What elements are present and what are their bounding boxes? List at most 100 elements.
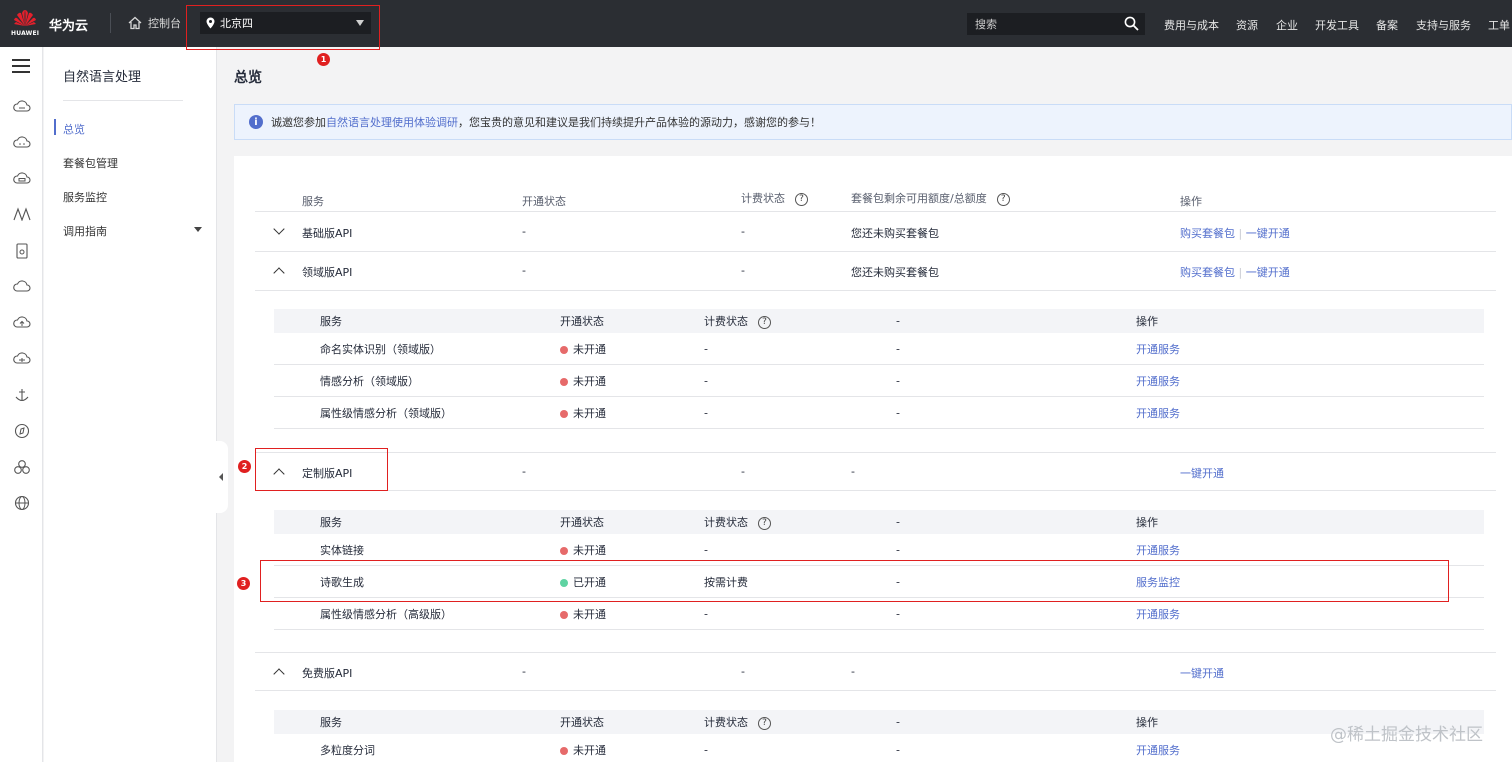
chevron-up-icon[interactable]: [273, 267, 285, 279]
chevron-down-icon[interactable]: [273, 223, 285, 235]
huawei-logo[interactable]: HUAWEI: [11, 9, 39, 37]
survey-link[interactable]: 自然语言处理使用体验调研: [326, 116, 458, 129]
nav-enterprise[interactable]: 企业: [1276, 17, 1298, 33]
col-quota: 套餐包剩余可用额度/总额度?: [851, 190, 1010, 206]
chevron-down-icon[interactable]: [194, 227, 202, 232]
database-icon[interactable]: [13, 243, 31, 259]
help-icon[interactable]: ?: [795, 192, 808, 206]
status-dot-off: [560, 377, 568, 386]
compass-icon[interactable]: [13, 423, 31, 439]
group-status: -: [522, 264, 526, 277]
help-icon[interactable]: ?: [758, 716, 771, 730]
divider: [63, 100, 183, 101]
status-dot-off: [560, 345, 568, 354]
console-label: 控制台: [148, 17, 181, 30]
menu-icon[interactable]: [12, 59, 30, 73]
buy-package-link[interactable]: 购买套餐包: [1180, 266, 1235, 279]
one-click-enable-link[interactable]: 一键开通: [1180, 465, 1224, 481]
subtable-header: 服务 开通状态 计费状态? - 操作: [274, 510, 1484, 534]
cloud-storage-icon[interactable]: [13, 171, 31, 187]
info-icon: i: [249, 115, 263, 129]
console-link[interactable]: 控制台: [128, 15, 181, 31]
help-icon[interactable]: ?: [758, 315, 771, 329]
col-billing: 计费状态?: [741, 190, 808, 206]
cloud-icon[interactable]: [13, 135, 31, 151]
nav-dev-tools[interactable]: 开发工具: [1315, 17, 1359, 33]
group-status: -: [522, 225, 526, 238]
group-row-custom: 定制版API - - - 一键开通: [255, 452, 1496, 491]
cloud-upload-icon[interactable]: [13, 315, 31, 331]
service-status: 未开通: [560, 606, 606, 622]
region-selector[interactable]: 北京四: [200, 12, 371, 34]
one-click-enable-link[interactable]: 一键开通: [1246, 227, 1290, 240]
enable-service-link[interactable]: 开通服务: [1136, 542, 1180, 558]
group-name: 免费版API: [302, 667, 353, 680]
enable-service-link[interactable]: 开通服务: [1136, 606, 1180, 622]
page-title: 总览: [234, 70, 262, 86]
search-placeholder: 搜索: [975, 18, 997, 31]
help-icon[interactable]: ?: [758, 516, 771, 530]
chevron-up-icon[interactable]: [273, 668, 285, 680]
group-actions: 购买套餐包 | 一键开通: [1180, 266, 1290, 279]
logo-text: HUAWEI: [11, 30, 40, 37]
enable-service-link[interactable]: 开通服务: [1136, 405, 1180, 421]
help-icon[interactable]: ?: [996, 192, 1010, 206]
search-input[interactable]: 搜索: [967, 13, 1145, 35]
cloud-server-icon[interactable]: [13, 99, 31, 115]
col-status: 开通状态: [522, 195, 566, 208]
collapse-nav-button[interactable]: [216, 441, 228, 513]
group-name: 基础版API: [302, 227, 353, 240]
group-row-basic: 基础版API - - 您还未购买套餐包 购买套餐包 | 一键开通: [255, 212, 1496, 252]
nav-item-monitoring[interactable]: 服务监控: [63, 189, 107, 205]
service-status: 未开通: [560, 373, 606, 389]
chevron-up-icon[interactable]: [273, 468, 285, 480]
status-dot-off: [560, 546, 568, 555]
status-dot-off: [560, 409, 568, 418]
nav-ticket[interactable]: 工单: [1488, 17, 1510, 33]
service-status: 已开通: [560, 574, 606, 590]
survey-notice: i 诚邀您参加自然语言处理使用体验调研，您宝贵的意见和建议是我们持续提升产品体验…: [234, 104, 1512, 140]
nav-cost[interactable]: 费用与成本: [1164, 17, 1219, 33]
one-click-enable-link[interactable]: 一键开通: [1180, 665, 1224, 681]
service-status: 未开通: [560, 341, 606, 357]
brand-name[interactable]: 华为云: [49, 15, 88, 34]
service-rail: [0, 47, 43, 762]
status-dot-off: [560, 610, 568, 619]
divider: [110, 13, 111, 33]
nav-item-overview[interactable]: 总览: [63, 121, 85, 137]
anchor-icon[interactable]: [13, 387, 31, 403]
buy-package-link[interactable]: 购买套餐包: [1180, 227, 1235, 240]
nav-item-guide[interactable]: 调用指南: [63, 223, 107, 239]
subtable-domain: 服务 开通状态 计费状态? - 操作 命名实体识别（领域版） 未开通 - - 开…: [274, 309, 1484, 433]
globe-icon[interactable]: [13, 495, 31, 511]
subtable-row: 实体链接 未开通 - - 开通服务: [274, 534, 1484, 566]
home-icon: [128, 16, 142, 30]
search-icon[interactable]: [1124, 16, 1139, 31]
service-status: 未开通: [560, 742, 606, 758]
cloud-network-icon[interactable]: [13, 351, 31, 367]
nav-icp[interactable]: 备案: [1376, 17, 1398, 33]
enable-service-link[interactable]: 开通服务: [1136, 742, 1180, 758]
enable-service-link[interactable]: 开通服务: [1136, 341, 1180, 357]
service-monitor-link[interactable]: 服务监控: [1136, 574, 1180, 590]
nav-resources[interactable]: 资源: [1236, 17, 1258, 33]
service-name: 诗歌生成: [320, 575, 364, 589]
subtable-row: 属性级情感分析（高级版） 未开通 - - 开通服务: [274, 598, 1484, 630]
billing-mode: 按需计费: [704, 575, 748, 589]
one-click-enable-link[interactable]: 一键开通: [1246, 266, 1290, 279]
watermark: @稀土掘金技术社区: [1330, 725, 1483, 745]
subtable-custom: 服务 开通状态 计费状态? - 操作 实体链接 未开通 - - 开通服务 诗歌生…: [274, 510, 1484, 634]
group-name: 领域版API: [302, 266, 353, 279]
huawei-flower-icon: [14, 10, 36, 26]
group-actions: 购买套餐包 | 一键开通: [1180, 227, 1290, 240]
cluster-icon[interactable]: [13, 459, 31, 475]
subtable-header: 服务 开通状态 计费状态? - 操作: [274, 710, 1484, 734]
service-name: 属性级情感分析（领域版）: [320, 406, 452, 420]
group-status: -: [522, 665, 526, 678]
ai-model-icon[interactable]: [13, 207, 31, 223]
subtable-row: 情感分析（领域版） 未开通 - - 开通服务: [274, 365, 1484, 397]
nav-support[interactable]: 支持与服务: [1416, 17, 1471, 33]
cloud-outline-icon[interactable]: [13, 279, 31, 295]
nav-item-packages[interactable]: 套餐包管理: [63, 155, 118, 171]
enable-service-link[interactable]: 开通服务: [1136, 373, 1180, 389]
